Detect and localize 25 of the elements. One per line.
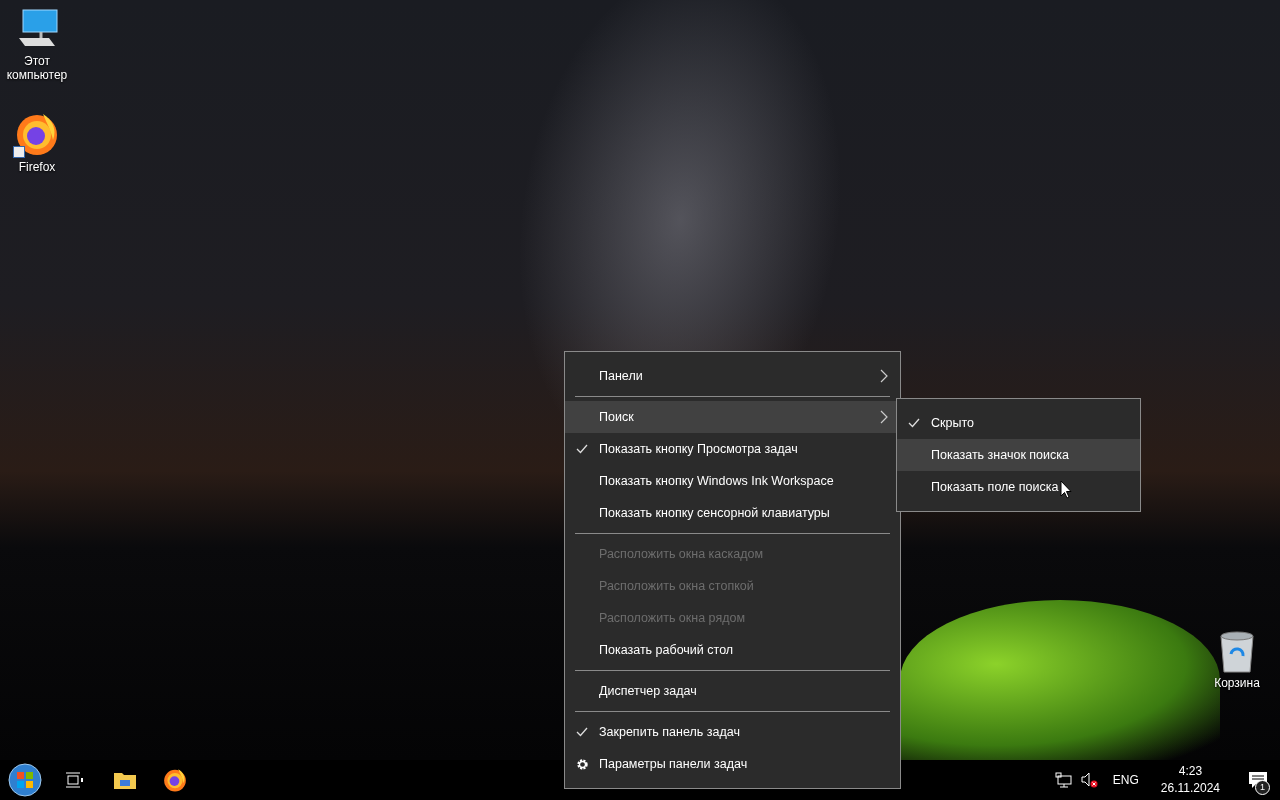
language-indicator[interactable]: ENG bbox=[1106, 773, 1145, 787]
chevron-right-icon bbox=[880, 410, 888, 424]
settings-icon bbox=[575, 757, 589, 771]
menu-item[interactable]: Показать кнопку Windows Ink Workspace bbox=[565, 465, 900, 497]
network-icon[interactable] bbox=[1054, 772, 1073, 788]
icon-label[interactable]: Корзина bbox=[1214, 676, 1260, 690]
menu-item[interactable]: Показать рабочий стол bbox=[565, 634, 900, 666]
notification-count: 1 bbox=[1255, 780, 1270, 795]
icon-label[interactable]: Этот компьютер bbox=[0, 54, 75, 82]
notification-button[interactable]: 1 bbox=[1236, 760, 1280, 800]
mouse-pointer-icon bbox=[1060, 480, 1072, 499]
chevron-right-icon bbox=[880, 369, 888, 383]
trash-can-icon[interactable] bbox=[1217, 630, 1257, 674]
icon-label[interactable]: Firefox bbox=[18, 160, 56, 174]
menu-item[interactable]: Скрыто bbox=[897, 407, 1140, 439]
menu-item[interactable]: Панели bbox=[565, 360, 900, 392]
clock[interactable]: 4:23 26.11.2024 bbox=[1152, 763, 1228, 797]
menu-item[interactable]: Показать значок поиска bbox=[897, 439, 1140, 471]
menu-item[interactable]: Показать кнопку Просмотра задач bbox=[565, 433, 900, 465]
menu-item[interactable]: Показать поле поиска bbox=[897, 471, 1140, 503]
menu-item[interactable]: Параметры панели задач bbox=[565, 748, 900, 780]
menu-item[interactable]: Диспетчер задач bbox=[565, 675, 900, 707]
menu-item[interactable]: Закрепить панель задач bbox=[565, 716, 900, 748]
menu-item[interactable]: Показать кнопку сенсорной клавиатуры bbox=[565, 497, 900, 529]
muted-speaker-icon[interactable] bbox=[1080, 772, 1099, 788]
